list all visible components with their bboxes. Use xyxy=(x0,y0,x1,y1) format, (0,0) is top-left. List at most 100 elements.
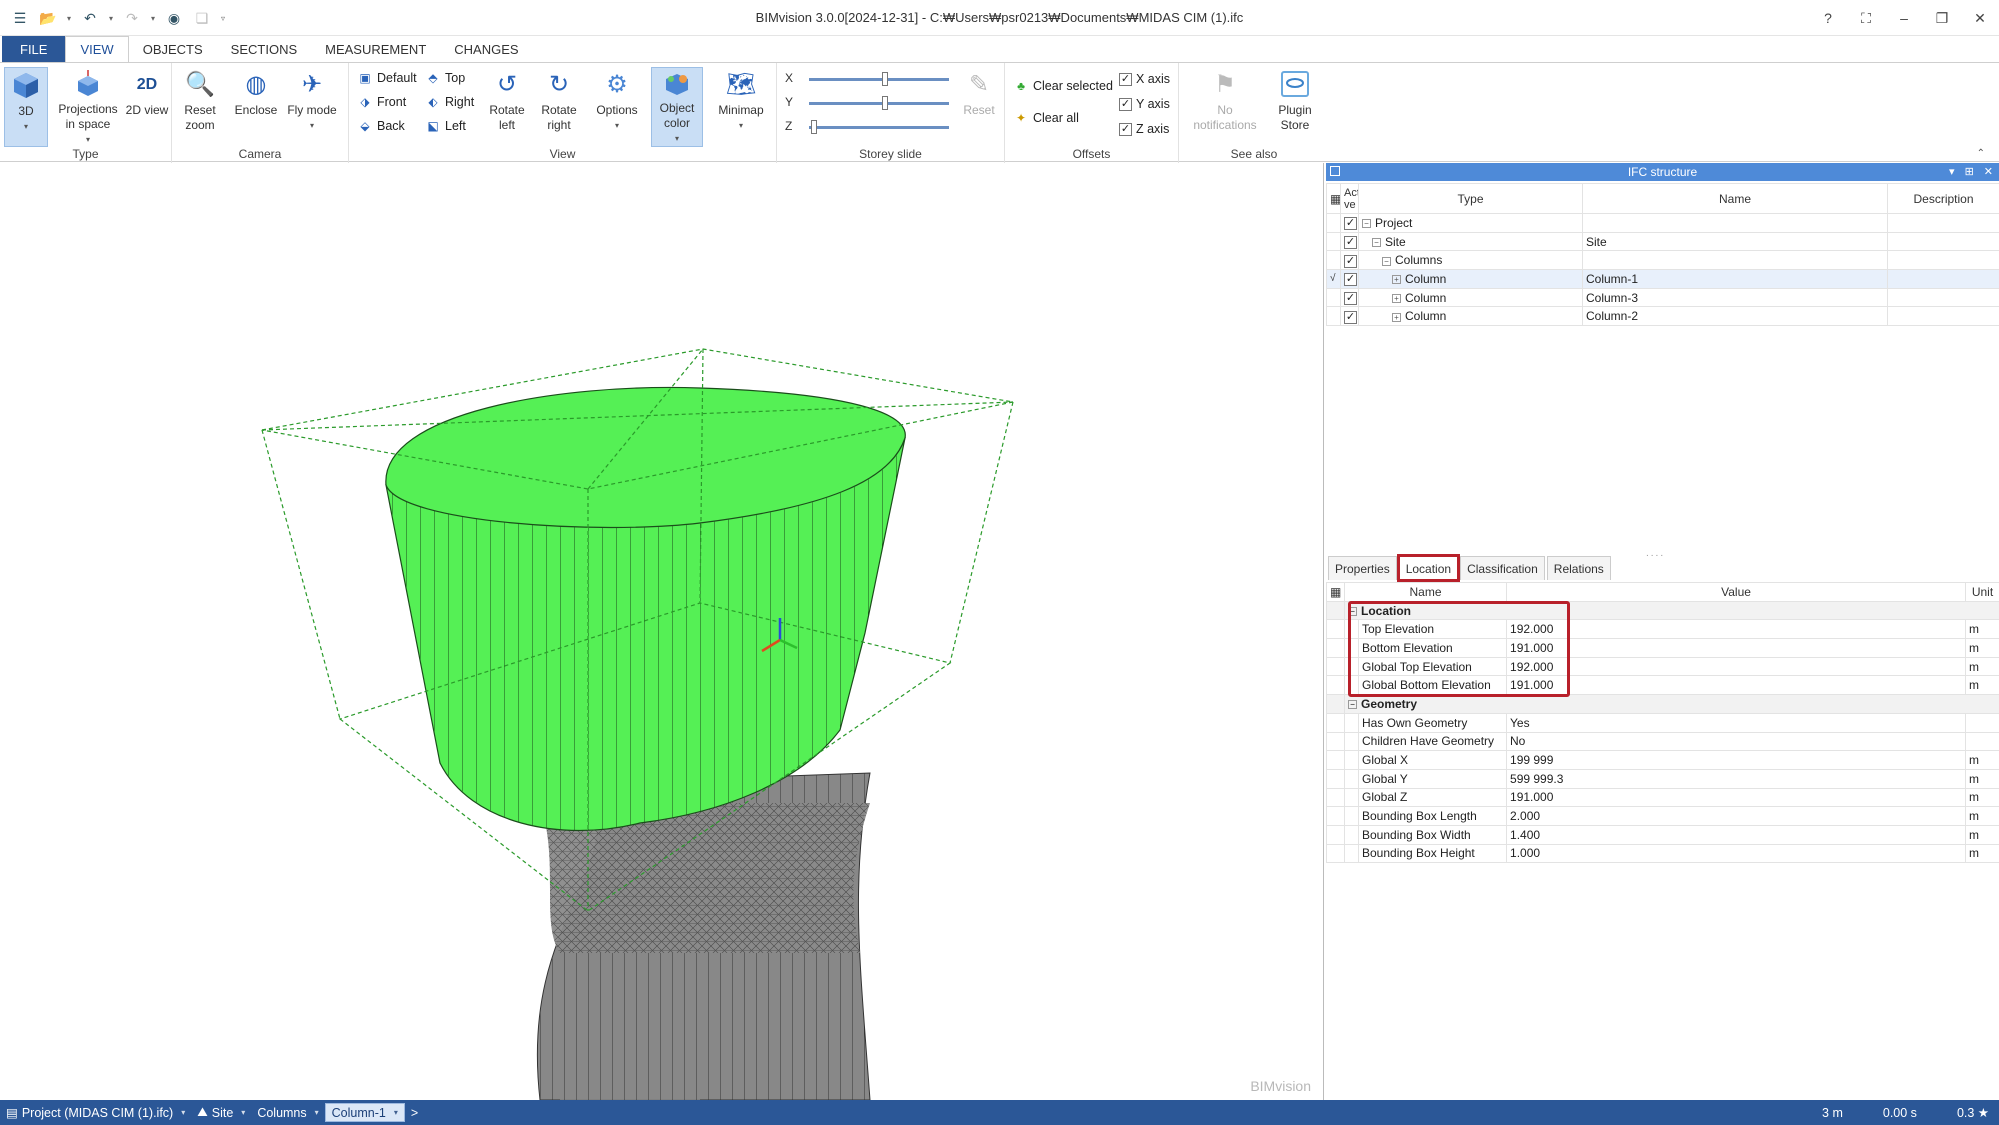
property-row[interactable]: Bounding Box Width 1.400 m xyxy=(1326,824,1999,845)
tab-location[interactable]: Location xyxy=(1396,554,1461,582)
collapse-ribbon-icon[interactable]: ⌃ xyxy=(1977,148,1985,159)
breadcrumb-project[interactable]: ▤ Project (MIDAS CIM (1).ifc) ▾ xyxy=(0,1100,191,1125)
minimap-button[interactable]: 🗺 Minimap ▾ xyxy=(711,67,771,147)
fullscreen-button[interactable]: ⛶ xyxy=(1847,0,1885,36)
col-type[interactable]: Type xyxy=(1358,183,1583,214)
view-default-button[interactable]: ▣ Default xyxy=(357,67,416,89)
property-row[interactable]: Top Elevation 192.000 m xyxy=(1326,619,1999,640)
collapse-icon[interactable]: − xyxy=(1372,237,1381,247)
y-slider[interactable]: Y xyxy=(785,95,955,111)
plugin-store-button[interactable]: Plugin Store xyxy=(1269,67,1321,147)
open-dropdown-icon[interactable]: ▾ xyxy=(64,14,74,23)
undo-dropdown-icon[interactable]: ▾ xyxy=(106,14,116,23)
copy-icon[interactable]: ❏ xyxy=(190,7,214,29)
tree-row-column-2[interactable]: ✓ + Column Column-2 xyxy=(1326,306,1999,327)
rotate-right-button[interactable]: ↻ Rotate right xyxy=(533,67,585,147)
active-checkbox[interactable]: ✓ xyxy=(1340,269,1359,289)
collapse-icon[interactable]: − xyxy=(1362,219,1371,229)
redo-dropdown-icon[interactable]: ▾ xyxy=(148,14,158,23)
tab-measurement[interactable]: MEASUREMENT xyxy=(311,36,440,62)
help-button[interactable]: ? xyxy=(1809,0,1847,36)
options-button[interactable]: ⚙ Options ▾ xyxy=(591,67,643,147)
col-name[interactable]: Name xyxy=(1343,582,1508,602)
tree-row-column-3[interactable]: ✓ + Column Column-3 xyxy=(1326,287,1999,308)
minimize-button[interactable]: – xyxy=(1885,0,1923,36)
target-icon[interactable]: ◉ xyxy=(162,7,186,29)
breadcrumb-columns[interactable]: Columns ▾ xyxy=(251,1100,324,1125)
z-axis-checkbox[interactable]: ✓ Z axis xyxy=(1119,119,1169,139)
3d-button[interactable]: 3D ▾ xyxy=(4,67,48,147)
clear-selected-button[interactable]: ♣ Clear selected xyxy=(1013,75,1113,97)
panel-close-icon[interactable]: ✕ xyxy=(1984,163,1993,181)
tab-classification[interactable]: Classification xyxy=(1460,556,1545,580)
property-row[interactable]: Global Y 599 999.3 m xyxy=(1326,768,1999,789)
reset-zoom-button[interactable]: 🔍 Reset zoom xyxy=(174,67,226,147)
tree-row-site[interactable]: ✓ − Site Site xyxy=(1326,231,1999,252)
tab-relations[interactable]: Relations xyxy=(1546,556,1611,580)
breadcrumb-more[interactable]: > xyxy=(405,1100,424,1125)
tab-properties[interactable]: Properties xyxy=(1328,556,1397,580)
property-row[interactable]: Bottom Elevation 191.000 m xyxy=(1326,638,1999,658)
tree-row-project[interactable]: ✓ − Project xyxy=(1326,213,1999,233)
2d-view-button[interactable]: 2D 2D view xyxy=(124,67,170,147)
view-front-button[interactable]: ⬗ Front xyxy=(357,91,406,113)
property-row[interactable]: Global Top Elevation 192.000 m xyxy=(1326,656,1999,677)
col-description[interactable]: Description xyxy=(1887,183,1999,214)
expand-icon[interactable]: + xyxy=(1392,293,1401,303)
collapse-icon[interactable]: − xyxy=(1382,256,1391,266)
category-geometry[interactable]: − Geometry xyxy=(1326,694,1999,714)
expand-icon[interactable]: + xyxy=(1392,312,1401,322)
panel-menu-icon[interactable]: ▾ xyxy=(1949,163,1955,181)
active-checkbox[interactable]: ✓ xyxy=(1340,287,1359,308)
property-row[interactable]: Bounding Box Height 1.000 m xyxy=(1326,843,1999,864)
slider-thumb[interactable] xyxy=(882,96,888,110)
y-axis-checkbox[interactable]: ✓ Y axis xyxy=(1119,94,1170,114)
customize-qat-icon[interactable]: ▿ xyxy=(218,14,228,23)
property-row[interactable]: Children Have Geometry No xyxy=(1326,731,1999,752)
open-folder-icon[interactable]: 📂 xyxy=(36,7,60,29)
tree-row-column-1[interactable]: √ ✓ + Column Column-1 xyxy=(1326,269,1999,289)
expand-icon[interactable]: + xyxy=(1392,275,1401,285)
enclose-button[interactable]: ◍ Enclose xyxy=(230,67,282,147)
tab-view[interactable]: VIEW xyxy=(65,36,129,62)
view-right-button[interactable]: ⬖ Right xyxy=(425,91,474,113)
x-axis-checkbox[interactable]: ✓ X axis xyxy=(1119,69,1170,89)
active-checkbox[interactable]: ✓ xyxy=(1340,213,1359,233)
splitter-grip[interactable]: .... xyxy=(1646,548,1665,559)
projections-button[interactable]: Projections in space ▾ xyxy=(54,67,122,147)
col-name[interactable]: Name xyxy=(1582,183,1888,214)
breadcrumb-site[interactable]: ⛰ Site ▾ xyxy=(191,1100,251,1125)
rotate-left-button[interactable]: ↺ Rotate left xyxy=(481,67,533,147)
collapse-icon[interactable]: − xyxy=(1348,606,1357,616)
view-top-button[interactable]: ⬘ Top xyxy=(425,67,465,89)
column-chooser-icon[interactable]: ▦ xyxy=(1326,183,1341,214)
view-left-button[interactable]: ⬕ Left xyxy=(425,115,466,137)
tab-file[interactable]: FILE xyxy=(2,36,66,62)
col-value[interactable]: Value xyxy=(1506,582,1967,602)
redo-icon[interactable]: ↷ xyxy=(120,7,144,29)
property-row[interactable]: Global X 199 999 m xyxy=(1326,750,1999,770)
property-row[interactable]: Global Bottom Elevation 191.000 m xyxy=(1326,675,1999,696)
restore-button[interactable]: ❐ xyxy=(1923,0,1961,36)
column-chooser-icon[interactable]: ▦ xyxy=(1326,582,1345,602)
panel-pin-icon[interactable]: ⊞ xyxy=(1965,163,1974,181)
notifications-button[interactable]: ⚑ No notifications xyxy=(1187,67,1263,147)
active-checkbox[interactable]: ✓ xyxy=(1340,250,1359,271)
fly-mode-button[interactable]: ✈ Fly mode ▾ xyxy=(286,67,338,147)
active-checkbox[interactable]: ✓ xyxy=(1340,231,1359,252)
object-color-button[interactable]: Object color ▾ xyxy=(651,67,703,147)
tab-objects[interactable]: OBJECTS xyxy=(129,36,217,62)
tab-sections[interactable]: SECTIONS xyxy=(217,36,311,62)
col-active[interactable]: Acti ve xyxy=(1340,183,1359,214)
tree-row-columns[interactable]: ✓ − Columns xyxy=(1326,250,1999,271)
z-slider[interactable]: Z xyxy=(785,119,955,135)
active-checkbox[interactable]: ✓ xyxy=(1340,306,1359,327)
property-row[interactable]: Bounding Box Length 2.000 m xyxy=(1326,806,1999,826)
x-slider[interactable]: X xyxy=(785,71,955,87)
clear-all-button[interactable]: ✦ Clear all xyxy=(1013,107,1079,129)
slider-thumb[interactable] xyxy=(811,120,817,134)
view-back-button[interactable]: ⬙ Back xyxy=(357,115,404,137)
slider-thumb[interactable] xyxy=(882,72,888,86)
property-row[interactable]: Global Z 191.000 m xyxy=(1326,787,1999,808)
undo-icon[interactable]: ↶ xyxy=(78,7,102,29)
